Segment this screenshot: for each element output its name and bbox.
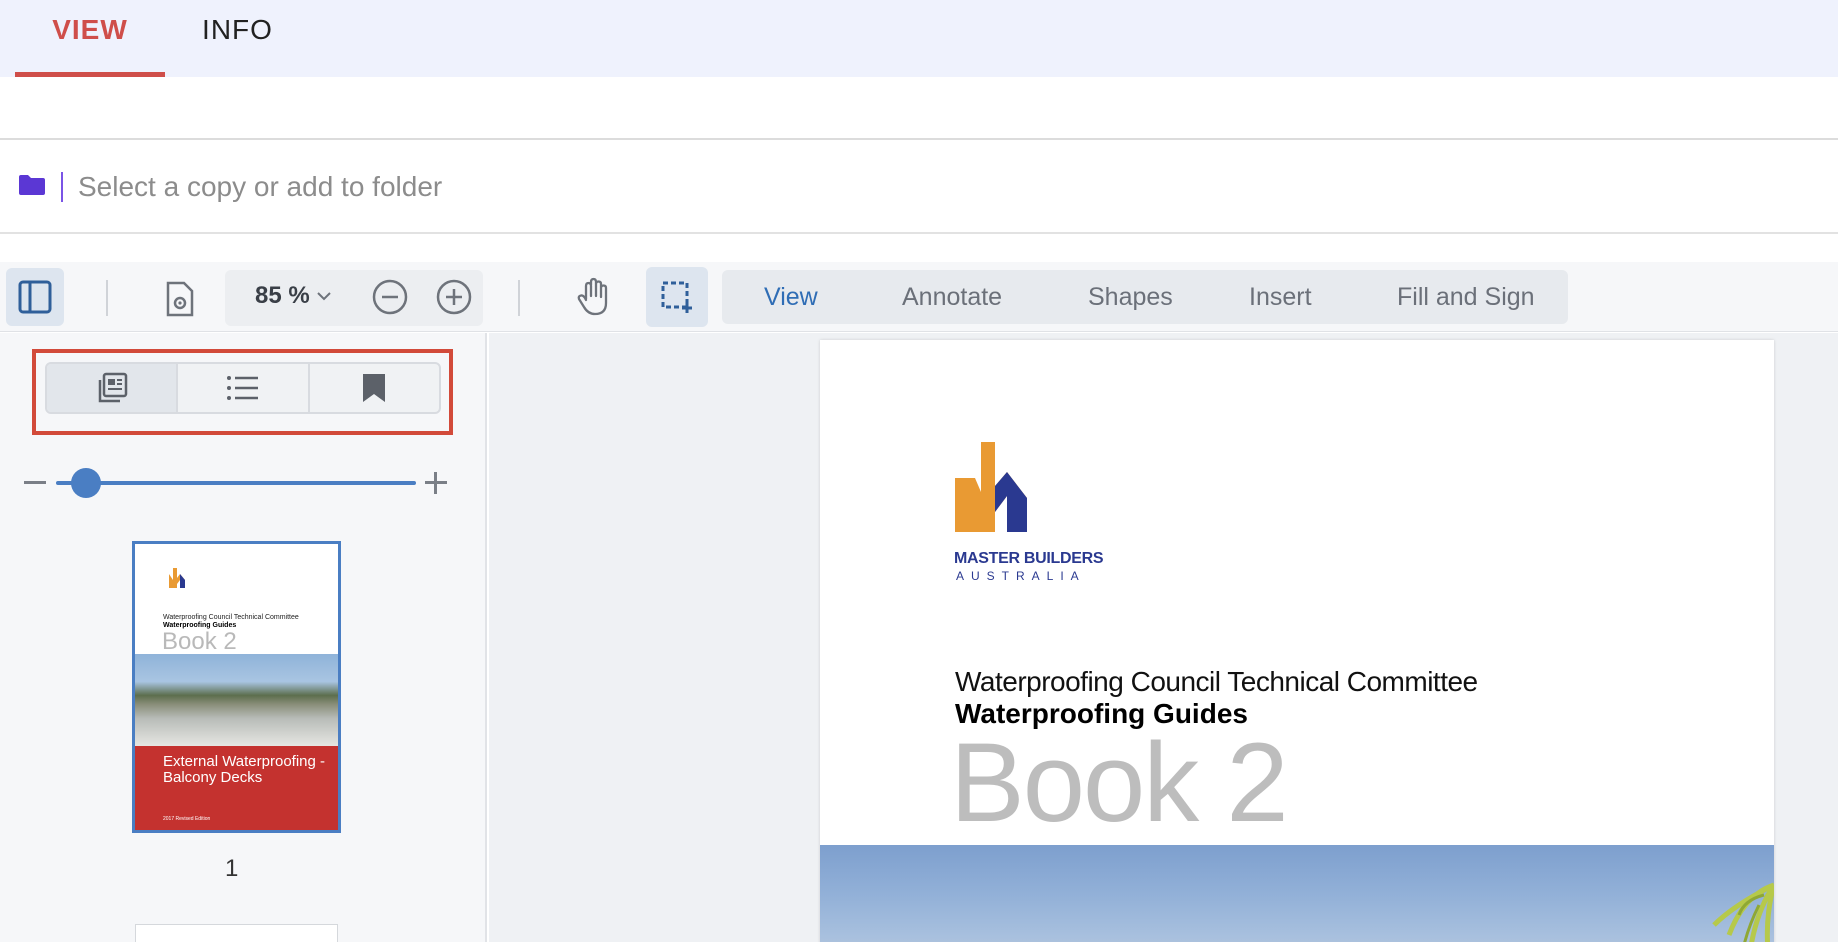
thumbnail-cover-title: External Waterproofing - Balcony Decks bbox=[163, 753, 326, 786]
sidebar-view-switcher bbox=[45, 362, 441, 414]
logo-subtitle: AUSTRALIA bbox=[956, 569, 1086, 583]
cover-photo bbox=[820, 845, 1774, 942]
thumbnail-size-decrease[interactable] bbox=[24, 481, 46, 484]
page-settings-button[interactable] bbox=[155, 274, 205, 324]
zoom-dropdown-toggle[interactable] bbox=[314, 284, 334, 308]
document-page: MASTER BUILDERS AUSTRALIA Waterproofing … bbox=[820, 340, 1774, 942]
outline-tab[interactable] bbox=[178, 364, 310, 412]
mode-tab-shapes[interactable]: Shapes bbox=[1088, 270, 1173, 324]
chevron-down-icon bbox=[317, 292, 331, 301]
bookmarks-tab[interactable] bbox=[310, 364, 439, 412]
tab-info[interactable]: INFO bbox=[180, 0, 295, 77]
thumbnail-photo bbox=[135, 654, 338, 746]
mode-tab-annotate[interactable]: Annotate bbox=[902, 270, 1002, 324]
palm-leaves bbox=[1712, 882, 1774, 942]
mode-tab-view[interactable]: View bbox=[764, 270, 818, 324]
toggle-sidebar-button[interactable] bbox=[6, 268, 64, 326]
document-viewer[interactable]: MASTER BUILDERS AUSTRALIA Waterproofing … bbox=[489, 333, 1838, 942]
outline-list-icon bbox=[226, 376, 258, 400]
text-caret bbox=[61, 172, 63, 202]
thumbnails-tab[interactable] bbox=[47, 364, 179, 412]
thumbnail-cover-band: External Waterproofing - Balcony Decks 2… bbox=[135, 746, 338, 830]
zoom-dropdown[interactable]: 85 % bbox=[255, 282, 310, 310]
top-tab-bar: VIEW INFO bbox=[0, 0, 1838, 77]
mode-tab-insert[interactable]: Insert bbox=[1249, 270, 1312, 324]
zoom-out-button[interactable] bbox=[368, 274, 412, 320]
thumbnail-committee: Waterproofing Council Technical Committe… bbox=[163, 614, 299, 621]
mode-tab-fill-and-sign[interactable]: Fill and Sign bbox=[1397, 270, 1535, 324]
marquee-select-button[interactable] bbox=[646, 267, 708, 327]
folder-search-input[interactable] bbox=[78, 166, 978, 208]
document-committee: Waterproofing Council Technical Committe… bbox=[955, 666, 1478, 697]
logo-name: MASTER BUILDERS bbox=[954, 550, 1104, 567]
master-builders-logo bbox=[955, 442, 1027, 532]
sidebar-panel-icon bbox=[18, 280, 52, 314]
pan-tool-button[interactable] bbox=[568, 270, 620, 324]
page-thumbnail[interactable]: Waterproofing Council Technical Committe… bbox=[132, 541, 341, 833]
thumbnail-size-slider-handle[interactable] bbox=[71, 468, 101, 498]
thumbnail-book: Book 2 bbox=[162, 628, 237, 655]
hand-icon bbox=[577, 277, 608, 316]
bookmark-icon bbox=[363, 374, 386, 402]
folder-bar bbox=[0, 140, 1838, 232]
thumbnail-size-slider[interactable] bbox=[56, 481, 416, 485]
divider bbox=[0, 232, 1838, 234]
zoom-in-icon bbox=[436, 279, 472, 315]
tab-view[interactable]: VIEW bbox=[15, 0, 165, 77]
toolbar-divider bbox=[518, 280, 520, 316]
page-thumbnail[interactable] bbox=[135, 924, 338, 942]
folder-icon[interactable] bbox=[18, 174, 46, 196]
thumbnail-page-number: 1 bbox=[225, 855, 239, 882]
viewer-toolbar: 85 % View Annotate Shapes Insert Fill an… bbox=[0, 262, 1838, 332]
document-book-title: Book 2 bbox=[950, 720, 1289, 845]
marquee-select-icon bbox=[661, 281, 692, 313]
zoom-in-button[interactable] bbox=[431, 274, 477, 320]
toolbar-divider bbox=[106, 280, 108, 316]
left-sidebar: Waterproofing Council Technical Committe… bbox=[0, 333, 487, 942]
mode-tab-group: View Annotate Shapes Insert Fill and Sig… bbox=[722, 270, 1568, 324]
thumbnails-icon bbox=[98, 372, 127, 403]
master-builders-logo bbox=[169, 568, 185, 588]
zoom-out-icon bbox=[372, 279, 408, 315]
thumbnail-edition: 2017 Revised Edition bbox=[163, 816, 211, 822]
document-settings-icon bbox=[166, 281, 194, 317]
thumbnail-size-increase[interactable] bbox=[434, 472, 437, 494]
